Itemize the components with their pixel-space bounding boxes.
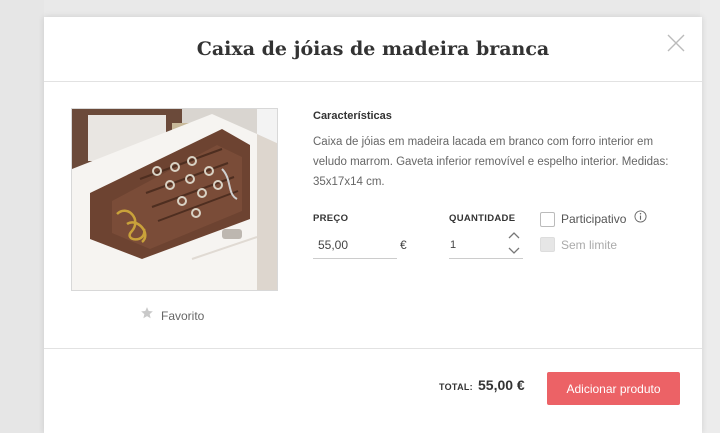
favorite-label: Favorito <box>161 308 205 323</box>
modal-footer: TOTAL: 55,00 € Adicionar produto <box>44 350 702 433</box>
participative-option: Participativo <box>540 210 647 228</box>
modal-title: Caixa de jóias de madeira branca <box>196 38 550 60</box>
participative-checkbox[interactable] <box>540 211 555 227</box>
info-icon[interactable] <box>634 210 647 228</box>
product-description: Caixa de jóias em madeira lacada em bran… <box>313 136 669 188</box>
chevron-up-icon[interactable] <box>507 229 521 243</box>
add-product-button[interactable]: Adicionar produto <box>547 372 680 405</box>
page-backdrop-left <box>0 0 44 433</box>
participative-label: Participativo <box>561 212 627 226</box>
product-modal: Caixa de jóias de madeira branca Favorit… <box>44 17 702 433</box>
favorite-toggle[interactable]: Favorito <box>140 306 204 325</box>
close-icon[interactable] <box>666 33 686 53</box>
unlimited-label: Sem limite <box>561 237 618 252</box>
total-value: 55,00 € <box>478 377 525 393</box>
page-backdrop-right <box>700 0 720 433</box>
price-input[interactable] <box>313 232 397 259</box>
price-currency: € <box>400 238 407 252</box>
quantity-label: QUANTIDADE <box>449 213 516 224</box>
unlimited-option: Sem limite <box>540 237 617 252</box>
modal-body: Favorito Características Caixa de jóias … <box>44 82 702 349</box>
star-icon <box>140 306 154 325</box>
characteristics-heading: Características <box>313 110 392 122</box>
total-label: TOTAL: <box>439 382 473 392</box>
product-details: Características Caixa de jóias em madeir… <box>313 110 683 192</box>
quantity-stepper[interactable] <box>507 229 521 259</box>
price-label: PREÇO <box>313 213 349 224</box>
chevron-down-icon[interactable] <box>507 243 521 257</box>
unlimited-checkbox[interactable] <box>540 237 555 252</box>
modal-header: Caixa de jóias de madeira branca <box>44 17 702 82</box>
product-image <box>71 108 278 291</box>
